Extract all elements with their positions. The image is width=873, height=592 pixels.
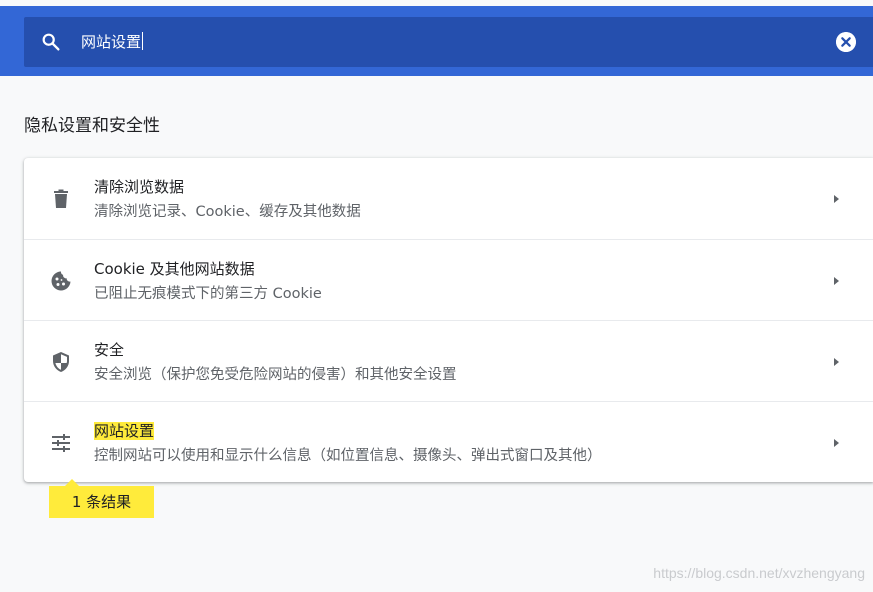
- settings-row-security[interactable]: 安全 安全浏览（保护您免受危险网站的侵害）和其他安全设置: [24, 320, 873, 402]
- bubble-pointer: [65, 479, 79, 486]
- chevron-right-icon: [834, 439, 839, 447]
- row-subtitle: 已阻止无痕模式下的第三方 Cookie: [94, 286, 322, 302]
- row-title: 清除浏览数据: [94, 178, 185, 196]
- privacy-settings-card: 清除浏览数据 清除浏览记录、Cookie、缓存及其他数据 Cookie 及其他网…: [24, 158, 873, 482]
- section-title: 隐私设置和安全性: [24, 116, 160, 136]
- row-title: 安全: [94, 341, 125, 359]
- chevron-right-icon: [834, 195, 839, 203]
- row-subtitle: 清除浏览记录、Cookie、缓存及其他数据: [94, 204, 361, 220]
- clear-icon[interactable]: [836, 32, 856, 52]
- tune-icon: [52, 434, 70, 452]
- row-title: Cookie 及其他网站数据: [94, 260, 255, 278]
- settings-page: 网站设置 隐私设置和安全性 清除浏览数据 清除浏览记录、Cookie、缓存及其他…: [0, 0, 873, 592]
- row-subtitle: 安全浏览（保护您免受危险网站的侵害）和其他安全设置: [94, 367, 457, 383]
- settings-row-site-settings[interactable]: 网站设置 控制网站可以使用和显示什么信息（如位置信息、摄像头、弹出式窗口及其他）: [24, 401, 873, 483]
- search-query: 网站设置: [81, 33, 142, 51]
- row-title: 网站设置: [94, 420, 155, 442]
- search-toolbar: 网站设置: [0, 6, 873, 76]
- search-input[interactable]: 网站设置: [81, 31, 144, 53]
- text-cursor: [142, 32, 144, 50]
- settings-row-cookies[interactable]: Cookie 及其他网站数据 已阻止无痕模式下的第三方 Cookie: [24, 239, 873, 321]
- search-icon[interactable]: [40, 31, 62, 53]
- search-result-bubble: 1 条结果: [49, 479, 154, 518]
- chevron-right-icon: [834, 358, 839, 366]
- row-subtitle: 控制网站可以使用和显示什么信息（如位置信息、摄像头、弹出式窗口及其他）: [94, 448, 602, 464]
- settings-row-clear-browsing-data[interactable]: 清除浏览数据 清除浏览记录、Cookie、缓存及其他数据: [24, 158, 873, 239]
- cookie-icon: [51, 271, 71, 291]
- chevron-right-icon: [834, 277, 839, 285]
- trash-icon: [54, 189, 68, 208]
- search-highlight: 网站设置: [94, 422, 155, 440]
- watermark: https://blog.csdn.net/xvzhengyang: [653, 565, 865, 581]
- result-count: 1 条结果: [71, 493, 132, 511]
- shield-icon: [53, 352, 69, 372]
- search-field[interactable]: 网站设置: [24, 17, 873, 67]
